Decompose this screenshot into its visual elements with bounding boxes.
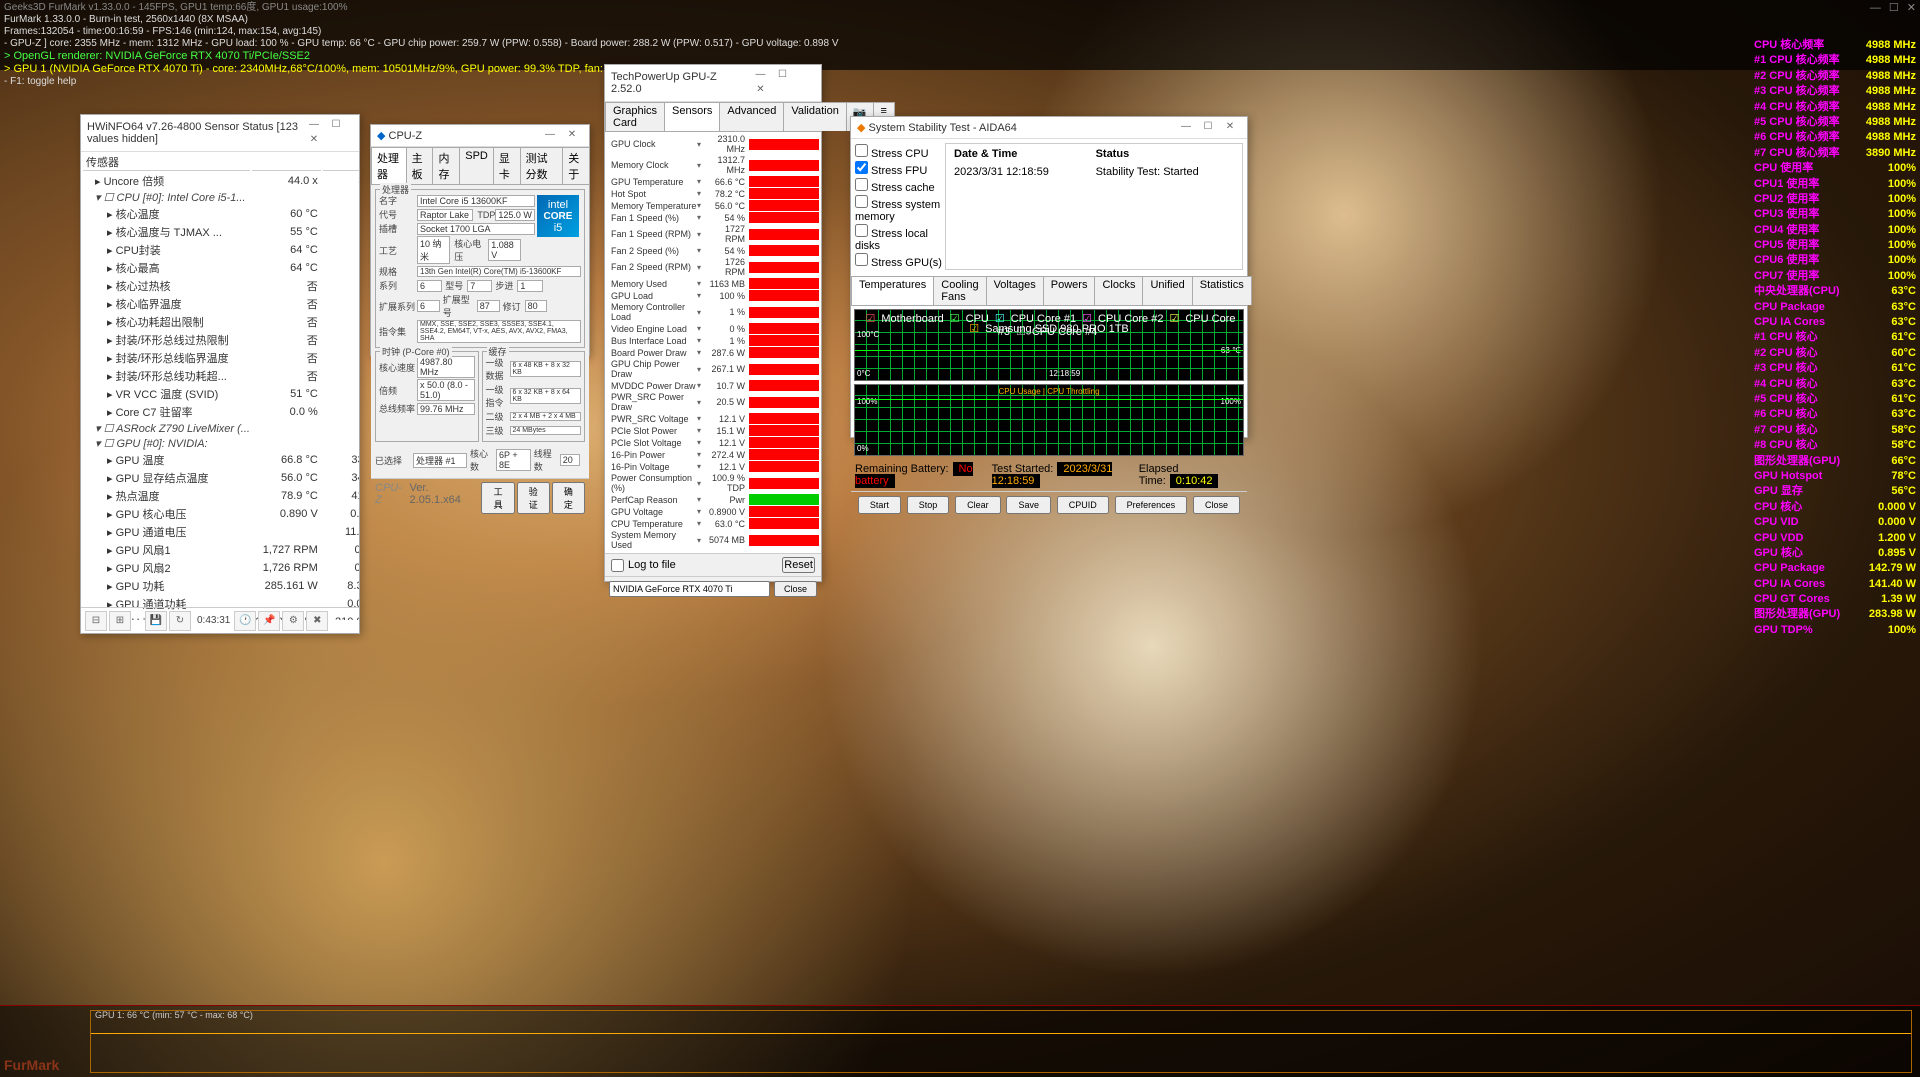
- hwinfo-titlebar[interactable]: HWiNFO64 v7.26-4800 Sensor Status [123 v…: [81, 115, 359, 152]
- osd-overlay: CPU 核心频率4988 MHz#1 CPU 核心频率4988 MHz#2 CP…: [1750, 38, 1920, 638]
- cpuz-tools-button[interactable]: 工具: [481, 482, 514, 514]
- log-to-file-checkbox[interactable]: [611, 559, 624, 572]
- save-button[interactable]: Save: [1006, 496, 1051, 514]
- gpuz-tabs[interactable]: Graphics CardSensorsAdvancedValidation📷≡: [605, 102, 821, 132]
- gpuz-titlebar[interactable]: TechPowerUp GPU-Z 2.52.0 —☐✕: [605, 65, 821, 102]
- intel-logo: intelCOREi5: [537, 195, 579, 237]
- clear-button[interactable]: Clear: [955, 496, 1001, 514]
- cpuz-window: ◆ CPU-Z —✕ 处理器主板内存SPD显卡测试分数关于 处理器 intelC…: [370, 124, 590, 356]
- gpuz-sensors[interactable]: GPU Clock▾2310.0 MHzMemory Clock▾1312.7 …: [605, 132, 821, 553]
- furmark-overlay: Geeks3D FurMark v1.33.0.0 - 145FPS, GPU1…: [0, 0, 1920, 70]
- pin-icon[interactable]: 📌: [258, 611, 280, 631]
- refresh-icon[interactable]: ↻: [169, 611, 191, 631]
- reset-button[interactable]: Reset: [782, 557, 815, 573]
- aida-log: Date & TimeStatus 2023/3/31 12:18:59Stab…: [945, 143, 1243, 270]
- hwinfo-toolbar[interactable]: ⊟ ⊞ 💾 ↻ 0:43:31 🕐 📌 ⚙ ✖: [81, 607, 359, 633]
- expand-icon[interactable]: ⊟: [85, 611, 107, 631]
- clock-icon[interactable]: 🕐: [234, 611, 256, 631]
- start-button[interactable]: Start: [858, 496, 901, 514]
- cpuz-tabs[interactable]: 处理器主板内存SPD显卡测试分数关于: [371, 147, 589, 185]
- hwinfo-timer: 0:43:31: [197, 615, 230, 626]
- aida-cpu-graph: CPU Usage | CPU Throttling 100%100% 0%: [854, 384, 1244, 456]
- settings-icon[interactable]: ⚙: [282, 611, 304, 631]
- gpuz-window: TechPowerUp GPU-Z 2.52.0 —☐✕ Graphics Ca…: [604, 64, 822, 582]
- furmark-bottom-graph: FurMark GPU 1: 66 °C (min: 57 °C - max: …: [0, 1005, 1920, 1077]
- close-button[interactable]: Close: [774, 581, 817, 597]
- cpuid-button[interactable]: CPUID: [1057, 496, 1109, 514]
- aida-titlebar[interactable]: ◆ System Stability Test - AIDA64 —☐✕: [851, 117, 1247, 139]
- aida-stress-options[interactable]: Stress CPU Stress FPU Stress cache Stres…: [855, 143, 945, 270]
- aida-buttons: Start Stop Clear Save CPUID Preferences Close: [851, 491, 1247, 518]
- cpuz-titlebar[interactable]: ◆ CPU-Z —✕: [371, 125, 589, 147]
- furmark-titlebar: Geeks3D FurMark v1.33.0.0 - 145FPS, GPU1…: [4, 2, 1916, 14]
- window-controls[interactable]: —☐✕: [303, 118, 353, 148]
- aida-temp-graph: ☑Motherboard☑CPU☑CPU Core #1☑CPU Core #2…: [854, 309, 1244, 381]
- save-icon[interactable]: 💾: [145, 611, 167, 631]
- collapse-icon[interactable]: ⊞: [109, 611, 131, 631]
- hwinfo-window: HWiNFO64 v7.26-4800 Sensor Status [123 v…: [80, 114, 360, 634]
- close-icon[interactable]: ✖: [306, 611, 328, 631]
- hwinfo-title: HWiNFO64 v7.26-4800 Sensor Status [123 v…: [87, 121, 303, 145]
- close-button[interactable]: Close: [1193, 496, 1240, 514]
- aida-status-bar: Remaining Battery:No battery Test Starte…: [851, 459, 1247, 491]
- furmark-logo: FurMark: [4, 1057, 59, 1073]
- stop-button[interactable]: Stop: [907, 496, 950, 514]
- cpuz-validate-button[interactable]: 验证: [517, 482, 550, 514]
- aida-window: ◆ System Stability Test - AIDA64 —☐✕ Str…: [850, 116, 1248, 438]
- gpu-device-select[interactable]: [609, 581, 770, 597]
- preferences-button[interactable]: Preferences: [1115, 496, 1188, 514]
- cpuz-ok-button[interactable]: 确定: [552, 482, 585, 514]
- hwinfo-sensor-table[interactable]: 传感器 ▸ Uncore 倍频44.0 x30.0 x45.0 x44.4 x …: [81, 152, 359, 620]
- aida-tabs[interactable]: TemperaturesCooling FansVoltagesPowersCl…: [851, 276, 1247, 306]
- window-controls[interactable]: —☐✕: [1862, 2, 1916, 15]
